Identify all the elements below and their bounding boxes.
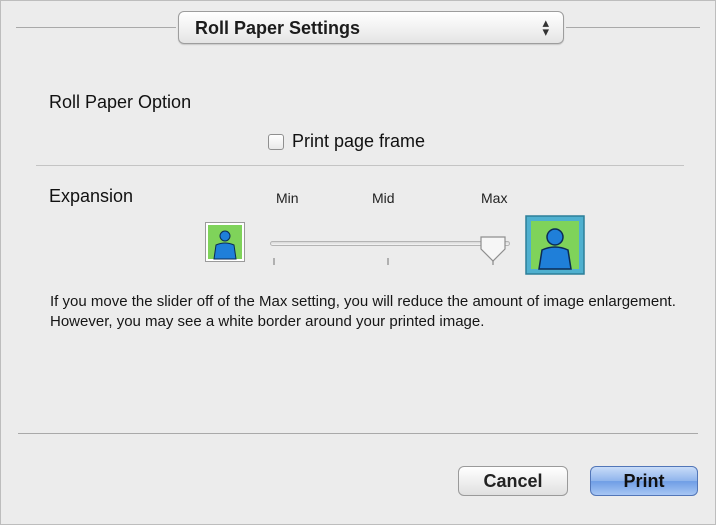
print-button[interactable]: Print [590, 466, 698, 496]
slider-tick-marks [273, 258, 494, 265]
header-divider-left [16, 27, 176, 28]
print-frame-checkbox[interactable] [268, 133, 284, 150]
tick-label-max: Max [481, 190, 508, 206]
section-divider [36, 165, 684, 166]
settings-popup-button[interactable]: Roll Paper Settings ▴ ▾ [178, 11, 564, 44]
expansion-slider-track[interactable] [270, 241, 510, 246]
expansion-slider-thumb[interactable] [478, 235, 508, 263]
print-frame-label: Print page frame [292, 131, 426, 151]
tick-label-mid: Mid [372, 190, 395, 206]
settings-popup-label: Roll Paper Settings [195, 18, 361, 38]
footer-divider [18, 433, 698, 434]
expansion-description: If you move the slider off of the Max se… [50, 293, 676, 330]
roll-paper-heading: Roll Paper Option [49, 92, 192, 112]
print-frame-option[interactable]: Print page frame [268, 131, 425, 152]
large-image-icon [525, 215, 585, 275]
up-down-arrows-icon: ▴ ▾ [542, 15, 549, 39]
small-image-icon [205, 222, 245, 262]
header-divider-right [566, 27, 700, 28]
tick-label-min: Min [276, 190, 299, 206]
expansion-heading: Expansion [49, 186, 134, 206]
cancel-button[interactable]: Cancel [458, 466, 568, 496]
